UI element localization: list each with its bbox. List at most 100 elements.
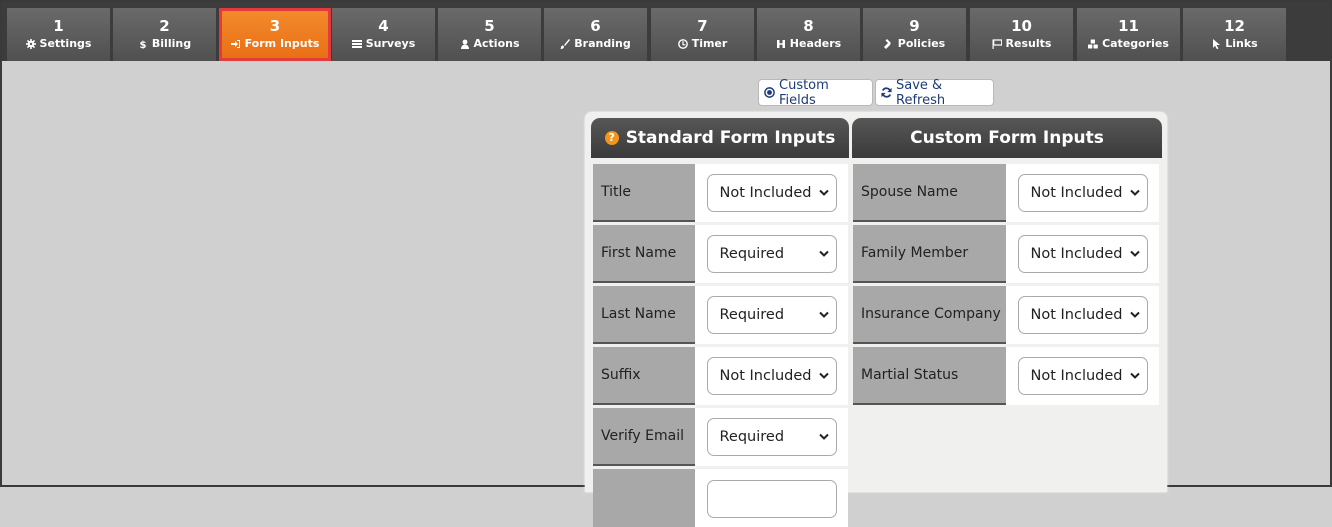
- tab-label: Categories: [1102, 37, 1169, 50]
- custom-row-spouse-name: Spouse Name Not Included: [853, 164, 1159, 222]
- brush-icon: [560, 38, 571, 49]
- list-icon: [351, 39, 362, 48]
- custom-row-martial-status: Martial Status Not Included: [853, 347, 1159, 405]
- tab-label: Timer: [691, 37, 728, 50]
- select-value: Not Included: [1030, 185, 1123, 201]
- cubes-icon: [1088, 39, 1098, 48]
- tab-billing[interactable]: 2 $ Billing: [113, 8, 216, 61]
- tab-branding[interactable]: 6 Branding: [544, 8, 647, 61]
- chevron-down-icon: [1129, 250, 1140, 257]
- standard-row-partial: [593, 469, 848, 527]
- tab-number: 4: [378, 17, 389, 35]
- user-icon: [460, 39, 469, 49]
- tab-label: Branding: [574, 37, 631, 50]
- tab-label: Form Inputs: [244, 37, 320, 50]
- tab-number: 11: [1118, 17, 1139, 35]
- tab-headers[interactable]: 8 Headers: [757, 8, 860, 61]
- tab-number: 7: [697, 17, 708, 35]
- select-value: Not Included: [719, 368, 812, 384]
- select-value: Not Included: [1030, 368, 1123, 384]
- sign-in-icon: [230, 39, 240, 48]
- tab-number: 2: [159, 17, 170, 35]
- select-value: Required: [719, 307, 785, 323]
- tab-actions[interactable]: 5 Actions: [438, 8, 541, 61]
- tab-policies[interactable]: 9 Policies: [863, 8, 966, 61]
- row-label: Suffix: [593, 347, 695, 405]
- tab-links[interactable]: 12 Links: [1183, 8, 1286, 61]
- tab-form-inputs[interactable]: 3 Form Inputs: [219, 8, 331, 61]
- tab-number: 8: [803, 17, 814, 35]
- custom-header-title: Custom Form Inputs: [910, 128, 1104, 148]
- tab-label: Policies: [897, 37, 946, 50]
- main-nav: 1 Settings 2 $ Billing 3 Form Inputs 4 Su…: [2, 2, 1330, 61]
- family-member-select[interactable]: Not Included: [1017, 235, 1148, 273]
- tab-number: 3: [269, 17, 281, 35]
- save-refresh-label: Save & Refresh: [896, 77, 946, 108]
- select-value: Required: [719, 429, 785, 445]
- row-label: Family Member: [853, 225, 1006, 283]
- insurance-company-select[interactable]: Not Included: [1017, 296, 1148, 334]
- tab-label: Billing: [151, 37, 192, 50]
- tab-settings[interactable]: 1 Settings: [7, 8, 110, 61]
- svg-text:$: $: [139, 40, 146, 49]
- tab-number: 10: [1011, 17, 1032, 35]
- tab-categories[interactable]: 11 Categories: [1077, 8, 1180, 61]
- select-value: Not Included: [719, 185, 812, 201]
- standard-row-last-name: Last Name Required: [593, 286, 848, 344]
- chevron-down-icon: [1129, 311, 1140, 318]
- question-icon[interactable]: ?: [604, 131, 619, 145]
- standard-row-first-name: First Name Required: [593, 225, 848, 283]
- custom-fields-button[interactable]: Custom Fields: [758, 77, 873, 108]
- row-label: Title: [593, 164, 695, 222]
- title-select[interactable]: Not Included: [706, 174, 837, 212]
- gavel-icon: [883, 38, 891, 49]
- refresh-icon: [881, 87, 892, 98]
- row-label: [593, 469, 695, 527]
- verify-email-select[interactable]: Required: [706, 418, 837, 456]
- tab-number: 12: [1224, 17, 1245, 35]
- header-icon: [776, 39, 785, 48]
- suffix-select[interactable]: Not Included: [706, 357, 837, 395]
- row-label: Verify Email: [593, 408, 695, 466]
- standard-row-title: Title Not Included: [593, 164, 848, 222]
- tab-label: Surveys: [365, 37, 416, 50]
- save-refresh-button[interactable]: Save & Refresh: [875, 77, 994, 108]
- chevron-down-icon: [818, 250, 829, 257]
- dollar-icon: $: [139, 40, 146, 49]
- chevron-down-icon: [1129, 372, 1140, 379]
- standard-row-suffix: Suffix Not Included: [593, 347, 848, 405]
- custom-fields-label: Custom Fields: [779, 77, 829, 108]
- flag-icon: [992, 38, 1002, 49]
- tab-label: Actions: [473, 37, 520, 50]
- chevron-down-icon: [818, 433, 829, 440]
- tab-number: 9: [909, 17, 920, 35]
- form-inputs-panel: ? Standard Form Inputs Custom Form Input…: [585, 112, 1167, 527]
- tab-label: Links: [1225, 37, 1258, 50]
- tab-label: Headers: [789, 37, 842, 50]
- spouse-name-select[interactable]: Not Included: [1017, 174, 1148, 212]
- tab-timer[interactable]: 7 Timer: [651, 8, 754, 61]
- custom-form-inputs-header: Custom Form Inputs: [852, 118, 1162, 158]
- tab-results[interactable]: 10 Results: [970, 8, 1073, 61]
- tab-number: 5: [484, 17, 495, 35]
- tab-label: Settings: [39, 37, 92, 50]
- martial-status-select[interactable]: Not Included: [1017, 357, 1148, 395]
- pointer-icon: [1213, 38, 1221, 49]
- first-name-select[interactable]: Required: [706, 235, 837, 273]
- standard-form-inputs-header: ? Standard Form Inputs: [591, 118, 849, 158]
- row-label: Spouse Name: [853, 164, 1006, 222]
- last-name-select[interactable]: Required: [706, 296, 837, 334]
- partial-select[interactable]: [706, 480, 837, 518]
- select-value: Required: [719, 246, 785, 262]
- dot-circle-icon: [764, 87, 775, 98]
- row-label: First Name: [593, 225, 695, 283]
- custom-row-family-member: Family Member Not Included: [853, 225, 1159, 283]
- standard-header-title: Standard Form Inputs: [625, 128, 836, 148]
- row-label: Insurance Company: [853, 286, 1006, 344]
- row-label: Martial Status: [853, 347, 1006, 405]
- custom-row-insurance-company: Insurance Company Not Included: [853, 286, 1159, 344]
- tab-surveys[interactable]: 4 Surveys: [332, 8, 435, 61]
- select-value: Not Included: [1030, 307, 1123, 323]
- chevron-down-icon: [818, 189, 829, 196]
- chevron-down-icon: [818, 372, 829, 379]
